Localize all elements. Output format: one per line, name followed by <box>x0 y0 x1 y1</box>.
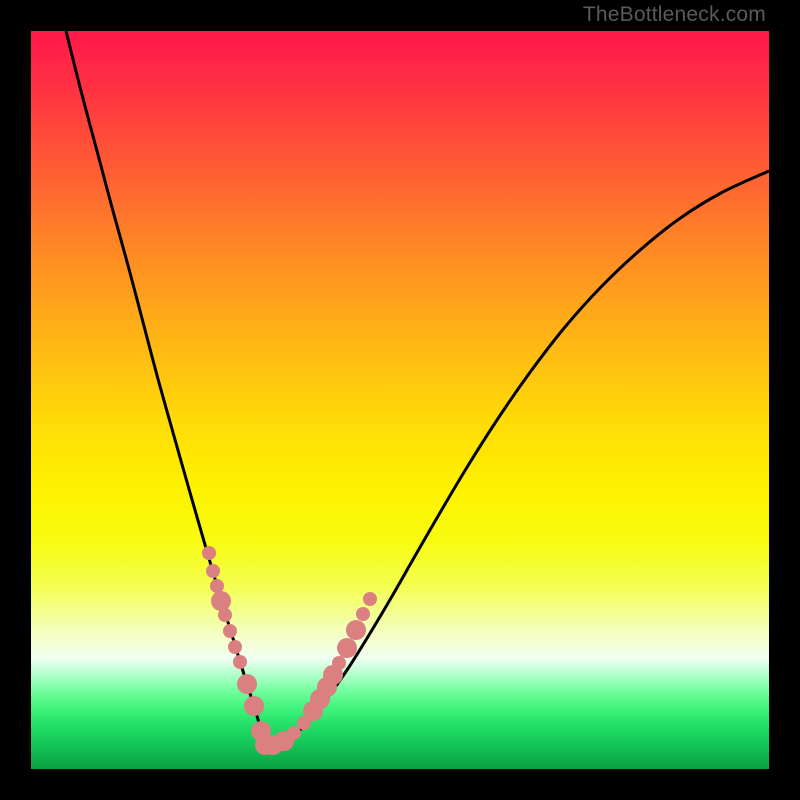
marker-dot <box>228 640 242 654</box>
marker-cluster <box>202 546 377 755</box>
marker-dot <box>206 564 220 578</box>
marker-dot <box>356 607 370 621</box>
marker-dot <box>223 624 237 638</box>
marker-dot <box>237 674 257 694</box>
marker-dot <box>332 656 346 670</box>
marker-dot <box>287 726 301 740</box>
attribution-text: TheBottleneck.com <box>583 3 766 27</box>
marker-dot <box>218 608 232 622</box>
curve-overlay <box>31 31 769 769</box>
marker-dot <box>233 655 247 669</box>
bottleneck-curve <box>66 31 769 747</box>
marker-dot <box>202 546 216 560</box>
marker-dot <box>337 638 357 658</box>
marker-dot <box>211 591 231 611</box>
frame: TheBottleneck.com <box>0 0 800 800</box>
marker-dot <box>346 620 366 640</box>
marker-dot <box>363 592 377 606</box>
plot-area <box>31 31 769 769</box>
marker-dot <box>244 696 264 716</box>
marker-dot <box>210 579 224 593</box>
curve-curve-left <box>66 31 265 747</box>
